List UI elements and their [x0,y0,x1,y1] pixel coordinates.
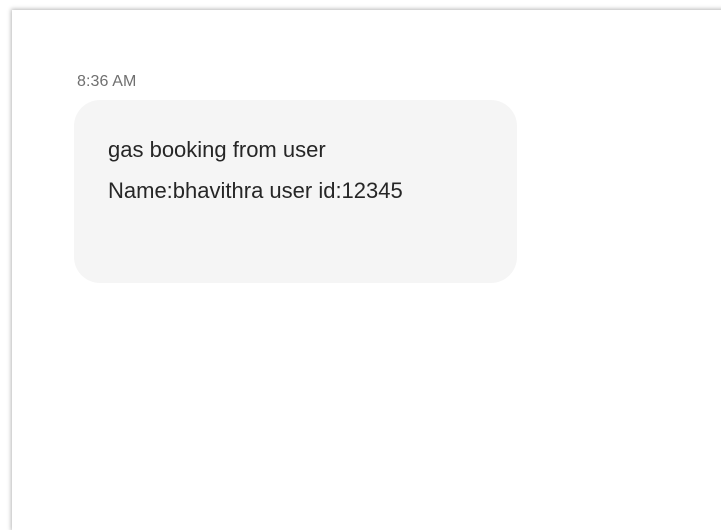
message-thread-panel: 8:36 AM gas booking from user Name:bhavi… [12,10,721,530]
message-bubble[interactable]: gas booking from user Name:bhavithra use… [74,100,517,283]
message-text-line: gas booking from user [108,137,326,162]
message-text-line: Name:bhavithra user id:12345 [108,178,403,203]
message-timestamp: 8:36 AM [77,73,137,90]
